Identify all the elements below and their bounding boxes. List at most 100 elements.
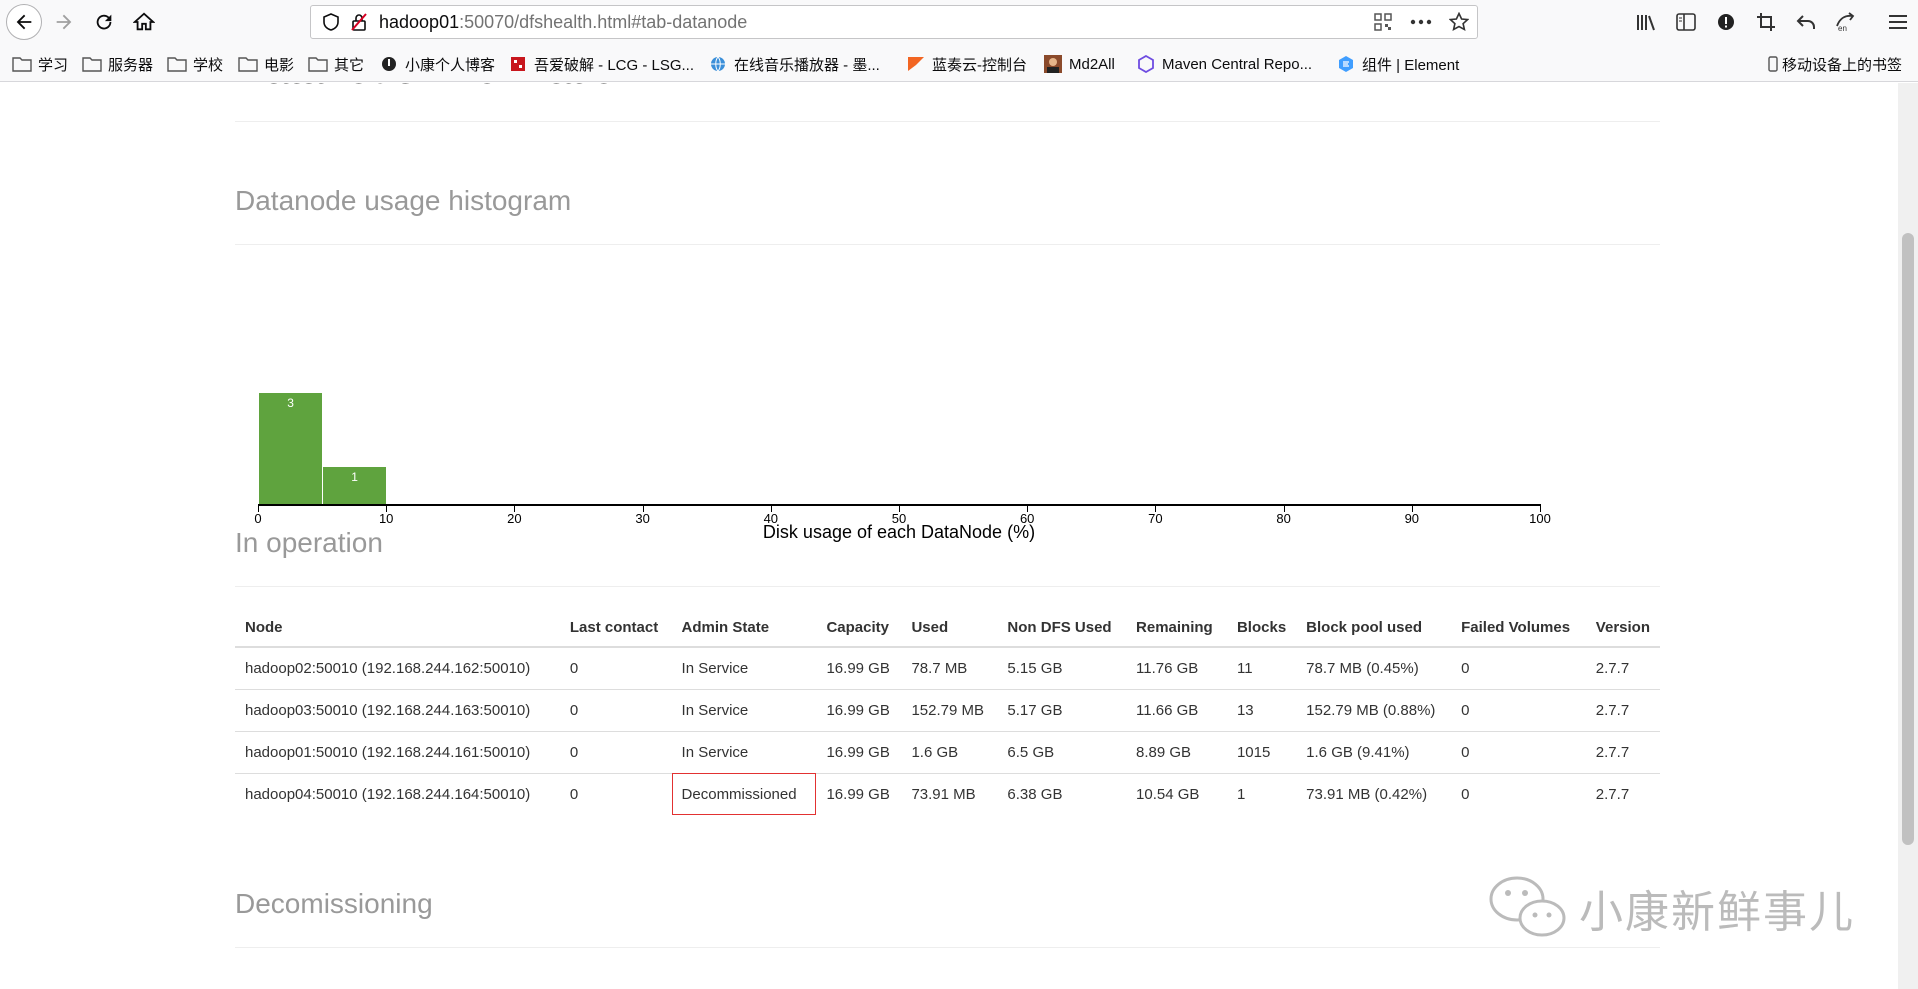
bookmark-label: 蓝奏云-控制台 [932,56,1027,74]
table-row: hadoop04:50010 (192.168.244.164:50010) 0… [235,772,1660,815]
cell-capacity: 16.99 GB [816,688,902,731]
cell-block-pool-used: 73.91 MB (0.42%) [1296,772,1452,815]
bookmark-folder-school[interactable]: 学校 [167,53,223,75]
extension-alert-icon[interactable] [1706,6,1746,38]
hexagon-icon [1136,55,1156,73]
bookmark-label: 移动设备上的书签 [1781,56,1902,74]
arrow-right-icon [56,14,72,30]
cell-non-dfs-used: 6.5 GB [997,730,1127,773]
cell-blocks: 11 [1236,659,1253,677]
col-last-contact: Last contact [559,603,672,648]
bookmark-music-player[interactable]: 在线音乐播放器 - 墨... [708,53,880,75]
translate-icon[interactable]: en [1826,6,1866,38]
url-text[interactable]: hadoop01:50070/dfshealth.html#tab-datano… [379,12,747,33]
cell-used: 1.6 GB [901,730,998,773]
screenshot-crop-icon[interactable] [1746,6,1786,38]
url-path: :50070/dfshealth.html#tab-datanode [459,11,748,32]
table-header-row: Node Last contact Admin State Capacity U… [235,603,1660,648]
bookmark-label: 学校 [193,56,224,74]
cell-non-dfs-used: 6.38 GB [997,772,1127,815]
col-admin-state: Admin State [671,603,817,648]
bookmark-folder-servers[interactable]: 服务器 [82,53,153,75]
cell-block-pool-used: 78.7 MB (0.45%) [1306,659,1419,677]
cell-block-pool-used: 1.6 GB (9.41%) [1296,730,1452,773]
cell-version: 2.7.7 [1585,688,1660,731]
flag-icon [906,55,926,73]
bookmark-label: 学习 [38,56,69,74]
folder-icon [238,55,258,73]
bookmarks-bar: 学习 服务器 学校 电影 其它 小康个人博客 吾爱破解 - LCG - LSG.… [0,44,1918,82]
cell-failed-volumes: 0 [1451,772,1586,815]
bookmark-folder-study[interactable]: 学习 [12,53,68,75]
cell-blocks: 1 [1226,772,1297,815]
watermark: 小康新鲜事儿 [1487,873,1855,943]
cell-last-contact: 0 [569,659,579,677]
undo-icon[interactable] [1786,6,1826,38]
bookmark-label: 服务器 [108,56,154,74]
vertical-scrollbar[interactable] [1898,83,1918,989]
address-bar[interactable]: hadoop01:50070/dfshealth.html#tab-datano… [310,5,1478,39]
divider [235,586,1660,587]
more-actions-icon[interactable] [1409,10,1433,34]
col-node: Node [235,603,560,648]
x-axis-tick-label: 70 [1148,511,1163,526]
cell-remaining: 11.66 GB [1126,688,1227,731]
reload-button[interactable] [88,6,120,38]
cell-used: 73.91 MB [901,772,998,815]
qr-code-icon[interactable] [1371,10,1395,34]
divider [235,121,1660,122]
x-axis-tick-label: 30 [635,511,650,526]
histogram-heading: Datanode usage histogram [235,185,572,216]
cell-remaining: 11.76 GB [1136,659,1199,677]
bookmark-label: Maven Central Repo... [1162,55,1313,73]
cell-last-contact: 0 [559,730,672,773]
cell-remaining: 10.54 GB [1126,772,1227,815]
divider [235,244,1660,245]
blog-icon [379,55,399,73]
bookmark-folder-movies[interactable]: 电影 [238,53,294,75]
hamburger-menu-icon[interactable] [1878,6,1918,38]
bookmark-folder-other[interactable]: 其它 [308,53,364,75]
mobile-device-icon [1767,55,1779,73]
cell-admin-state: In Service [681,659,749,677]
table-row: hadoop03:50010 (192.168.244.163:50010) 0… [235,688,1660,731]
scrollbar-thumb[interactable] [1902,233,1914,845]
insecure-lock-icon[interactable] [349,12,369,32]
x-axis-tick-label: 0 [254,511,262,526]
back-button[interactable] [6,4,42,40]
cell-used: 78.7 MB [911,659,968,677]
bookmark-element[interactable]: 组件 | Element [1336,53,1459,75]
bookmark-mobile-folder[interactable]: 移动设备上的书签 [1767,53,1902,75]
cell-capacity: 16.99 GB [816,772,902,815]
folder-icon [82,55,102,73]
sidebar-icon[interactable] [1666,6,1706,38]
bookmark-md2all[interactable]: Md2All [1043,53,1115,75]
svg-text:en: en [1838,24,1847,32]
cell-capacity: 16.99 GB [816,730,902,773]
cell-node: hadoop02:50010 (192.168.244.162:50010) [245,659,531,677]
shield-icon[interactable] [321,12,341,32]
x-axis-tick-label: 20 [507,511,522,526]
page-content: Datanode Information Datanode usage hist… [0,83,1898,989]
table-row: hadoop02:50010 (192.168.244.162:50010) 0… [235,647,1660,689]
forward-button[interactable] [48,6,80,38]
bookmark-lanzou[interactable]: 蓝奏云-控制台 [906,53,1027,75]
cell-blocks: 1015 [1226,730,1297,773]
bookmark-blog[interactable]: 小康个人博客 [379,53,495,75]
cell-non-dfs-used: 5.15 GB [1007,659,1063,677]
library-icon[interactable] [1626,6,1666,38]
home-icon [133,12,155,31]
in-operation-heading: In operation [235,527,383,558]
cell-admin-state: In Service [671,730,817,773]
bookmark-star-icon[interactable] [1447,10,1471,34]
col-block-pool-used: Block pool used [1296,603,1452,648]
table-row: hadoop01:50010 (192.168.244.161:50010) 0… [235,730,1660,773]
home-button[interactable] [128,6,160,38]
histogram-bar-label: 1 [351,470,358,484]
bookmark-maven[interactable]: Maven Central Repo... [1136,53,1312,75]
wechat-icon [1489,876,1566,937]
browser-toolbar: hadoop01:50070/dfshealth.html#tab-datano… [0,0,1918,44]
bookmark-52pojie[interactable]: 吾爱破解 - LCG - LSG... [508,53,694,75]
datanode-table: Node Last contact Admin State Capacity U… [235,603,1660,815]
cell-non-dfs-used: 5.17 GB [997,688,1127,731]
